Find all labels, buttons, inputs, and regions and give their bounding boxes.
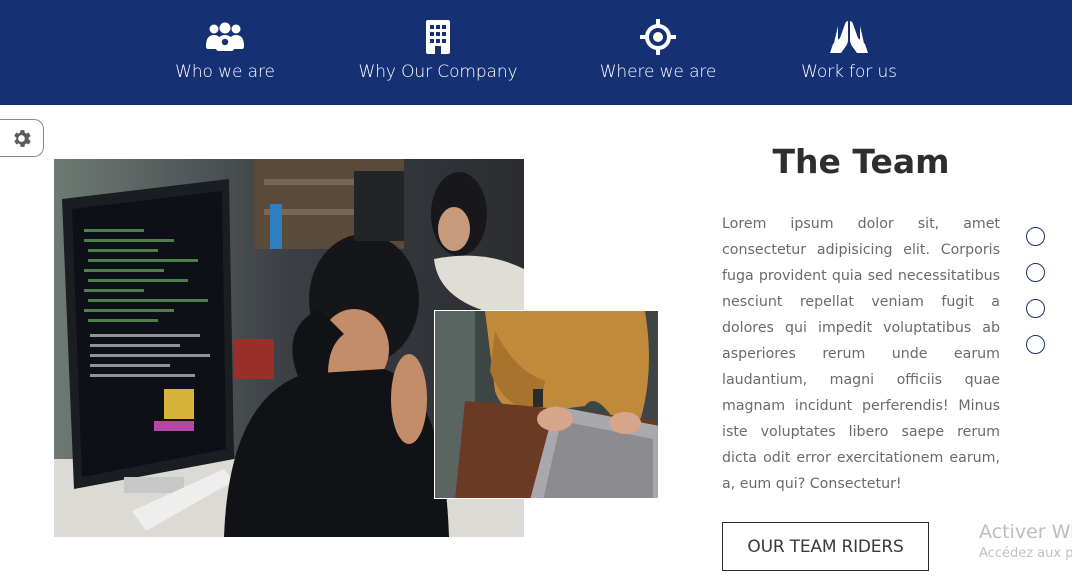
slider-dot[interactable] — [1026, 335, 1045, 354]
team-title: The Team — [772, 142, 950, 181]
nav-item-work-for-us[interactable]: Work for us — [784, 0, 914, 105]
our-team-riders-button[interactable]: OUR TEAM RIDERS — [722, 522, 929, 571]
praying-hands-icon — [827, 18, 871, 56]
nav-item-label: Where we are — [599, 62, 717, 82]
slider-dot[interactable] — [1026, 299, 1045, 318]
slider-dot[interactable] — [1026, 227, 1045, 246]
team-laptop-photo — [434, 310, 659, 499]
activate-windows-watermark: Activer Windows Accédez aux paramètres — [979, 515, 1072, 575]
nav-item-label: Why Our Company — [358, 62, 518, 82]
watermark-subtitle: Accédez aux paramètres — [979, 546, 1072, 561]
settings-button[interactable] — [0, 119, 44, 157]
slider-dot[interactable] — [1026, 263, 1045, 282]
watermark-title: Activer Windows — [979, 521, 1072, 543]
nav-item-where-we-are[interactable]: Where we are — [588, 0, 728, 105]
nav-item-why-our-company[interactable]: Why Our Company — [348, 0, 528, 105]
location-crosshair-icon — [636, 18, 680, 56]
nav-item-label: Work for us — [801, 62, 897, 82]
nav-item-who-we-are[interactable]: Who we are — [150, 0, 300, 105]
building-icon — [416, 18, 460, 56]
nav-item-label: Who we are — [175, 62, 275, 82]
slider-pagination — [1026, 227, 1046, 371]
team-description: Lorem ipsum dolor sit, amet consectetur … — [722, 216, 1000, 492]
people-group-icon — [203, 18, 247, 56]
top-navigation: Who we are Why Our Company Where we are … — [0, 0, 1072, 105]
gear-icon — [14, 130, 31, 147]
